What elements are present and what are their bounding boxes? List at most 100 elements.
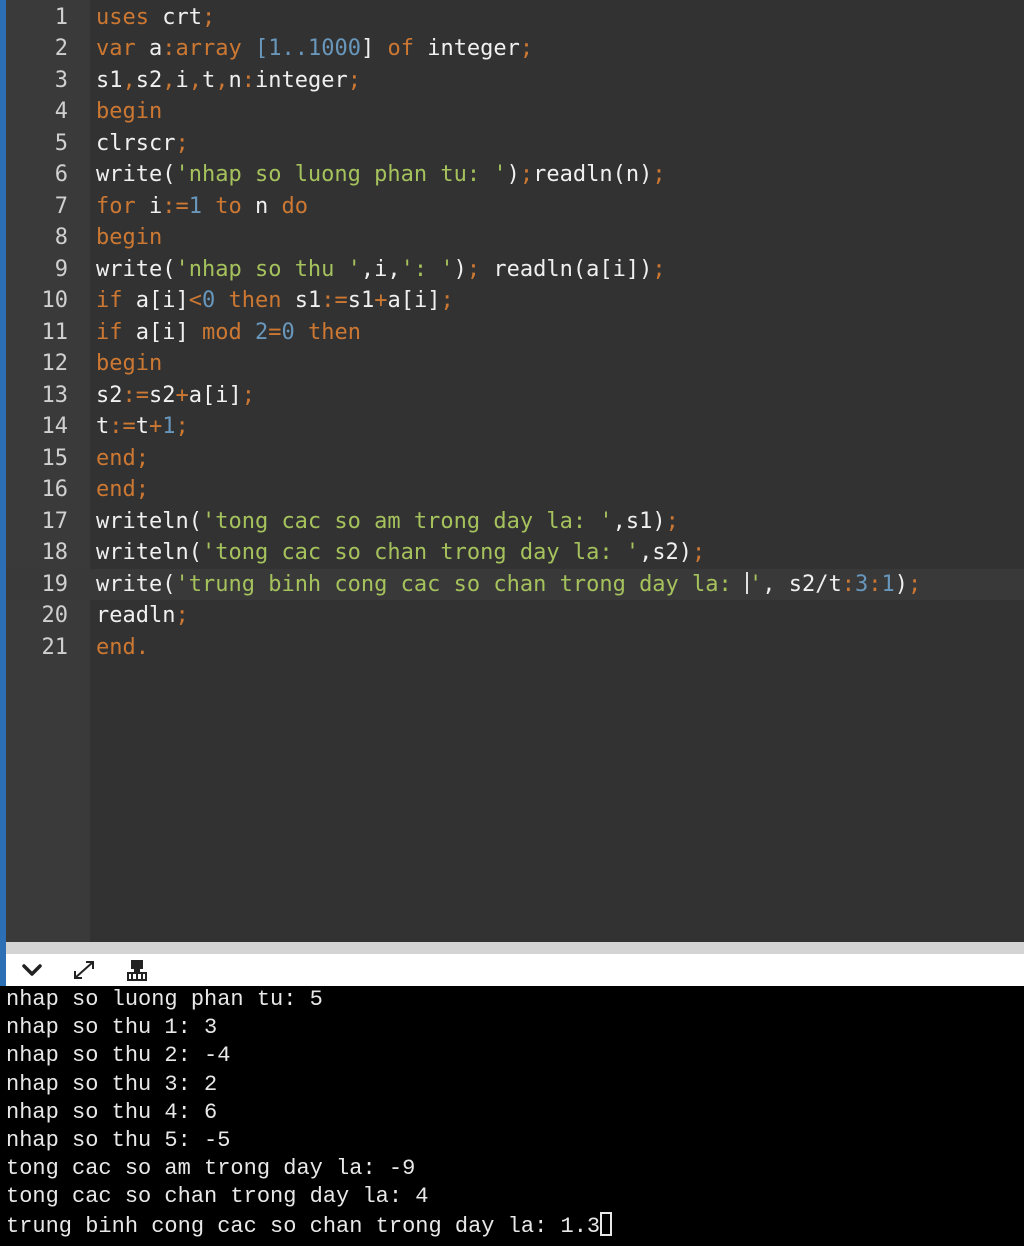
console-output-line: trung binh cong cac so chan trong day la… [6,1211,613,1240]
line-number: 15 [41,445,69,471]
console-output-line: nhap so thu 3: 2 [6,1071,217,1099]
collapse-console-button[interactable] [16,956,48,984]
code-token: < [188,288,202,313]
line-number: 3 [54,67,68,93]
code-text: begin [96,96,162,128]
code-line[interactable]: 13 s2:=s2+a[i]; [6,380,1024,412]
code-token: + [175,382,189,408]
code-line[interactable]: 6 write('nhap so luong phan tu: ');readln… [6,159,1024,191]
code-line[interactable]: 9 write('nhap so thu ',i,': '); readln(a[… [6,254,1024,286]
code-line[interactable]: 2 var a:array [1..1000] of integer; [6,33,1024,65]
code-text: if a[i]<0 then s1:=s1+a[i]; [96,285,454,317]
clear-console-button[interactable] [120,956,152,984]
console-output-line: nhap so thu 5: -5 [6,1127,230,1155]
code-token: write( [96,571,176,597]
code-line[interactable]: 1 uses crt; [6,2,1024,34]
code-token: writeln( [96,508,202,534]
code-token: a[i] [387,288,441,313]
code-token: then [228,288,282,313]
code-text: for i:=1 to n do [96,191,308,223]
code-line[interactable]: 21 end. [6,632,1024,664]
code-line[interactable]: 7 for i:=1 to n do [6,191,1024,223]
code-token: ; [440,288,454,313]
code-token: s2 [96,382,123,408]
code-token: ; [175,414,189,439]
code-token: readln [96,603,176,628]
code-line[interactable]: 11 if a[i] mod 2=0 then [6,317,1024,349]
code-token: := [109,414,136,439]
code-token: a[i] [122,319,202,345]
code-token: ,i, [360,256,401,282]
line-number: 10 [41,288,69,313]
code-token: n [241,193,282,219]
line-number: 12 [41,351,69,376]
code-token: 1 [188,193,202,219]
code-token: ] [360,36,375,61]
text-caret [746,571,749,594]
code-line[interactable]: 5 clrscr; [6,128,1024,160]
console-text: nhap so thu 4: 6 [6,1099,218,1125]
line-number: 11 [41,319,69,345]
code-token: if [96,288,123,313]
code-token: ; [665,508,679,534]
code-token: := [122,382,150,408]
code-token: integer [255,67,348,93]
line-number: 6 [54,162,68,187]
code-token: a[i] [188,382,242,408]
code-line[interactable]: 12 begin [6,348,1024,380]
code-editor[interactable]: 1 uses crt; 2 var a:array [1..1000] of inte… [6,0,1024,942]
code-token: array [175,36,242,61]
maximize-console-button[interactable] [68,956,100,984]
code-text: write('nhap so thu ',i,': '); readln(a[i… [96,254,666,286]
code-token: i [175,67,189,93]
console-output-line: nhap so luong phan tu: 5 [6,986,323,1014]
line-number: 2 [54,36,68,61]
code-line[interactable]: 16 end; [6,474,1024,506]
code-line[interactable]: 15 end; [6,443,1024,475]
code-token: clrscr [96,130,176,156]
code-line[interactable]: 20 readln; [6,600,1024,632]
code-token: := [321,288,348,313]
code-token: ' [749,571,763,597]
code-token: ; [652,162,666,187]
line-number: 5 [54,130,68,156]
line-number: 19 [41,571,69,597]
panel-splitter[interactable] [6,942,1024,954]
code-token: write( [96,256,176,282]
code-token: mod [201,319,242,345]
console-output-line: tong cac so am trong day la: -9 [6,1155,415,1183]
code-line[interactable]: 14 t:=t+1; [6,411,1024,443]
code-line[interactable]: 3 s1,s2,i,t,n:integer; [6,65,1024,97]
code-line[interactable]: 8 begin [6,222,1024,254]
code-token: ) [453,256,467,282]
line-number: 21 [41,634,69,660]
code-token: s1 [96,67,123,93]
code-token: , [122,67,136,93]
code-token: readln(a[i]) [480,256,653,282]
code-token: to [215,193,242,219]
code-token: ; [135,477,149,502]
code-line[interactable]: 10 if a[i]<0 then s1:=s1+a[i]; [6,285,1024,317]
code-line[interactable]: 19 write('trung binh cong cac so chan tro… [6,568,1024,601]
line-number: 18 [41,540,69,565]
code-text: clrscr; [96,128,189,160]
code-line[interactable]: 4 begin [6,96,1024,128]
code-token: do [281,193,309,219]
code-line[interactable]: 18 writeln('tong cac so chan trong day la… [6,537,1024,569]
code-line[interactable]: 17 writeln('tong cac so am trong day la: … [6,506,1024,538]
console-text: trung binh cong cac so chan trong day la… [6,1213,601,1239]
code-token: 'trung binh cong cac so chan trong day l… [175,571,746,597]
output-console[interactable]: nhap so luong phan tu: 5 nhap so thu 1: 3… [0,986,1024,1246]
code-token: 0 [281,319,295,345]
code-token: + [374,288,388,313]
code-token: write( [96,162,176,187]
code-token: , [162,67,176,93]
code-token: end [96,634,136,660]
code-text: end. [96,632,149,664]
code-text: write('trung binh cong cac so chan trong… [96,569,921,601]
code-token: s1 [347,288,375,313]
